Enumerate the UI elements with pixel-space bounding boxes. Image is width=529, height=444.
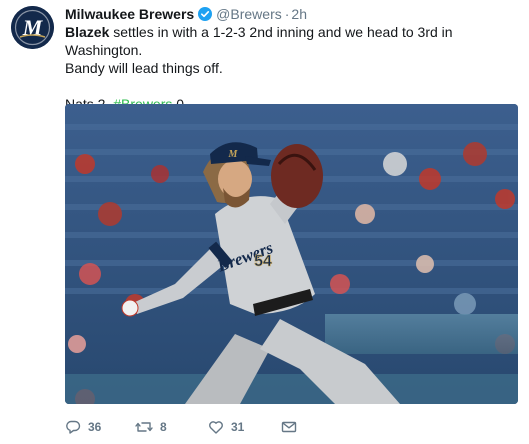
- tweet-text-line-2: Bandy will lead things off.: [65, 60, 223, 76]
- tweet-header: Milwaukee Brewers @Brewers · 2h: [65, 5, 307, 23]
- reply-button[interactable]: 36: [65, 417, 101, 437]
- separator-dot: ·: [284, 6, 290, 22]
- reply-icon: [66, 420, 81, 434]
- line1-rest: settles in with a 1-2-3 2nd inning and w…: [65, 24, 453, 58]
- like-count: 31: [231, 420, 245, 434]
- handle[interactable]: @Brewers: [216, 6, 282, 22]
- jersey-number: 54: [254, 253, 272, 270]
- retweet-icon: [135, 422, 153, 432]
- avatar[interactable]: M: [11, 6, 54, 49]
- like-button[interactable]: 31: [208, 417, 244, 437]
- retweet-count: 8: [160, 420, 167, 434]
- tweet-photo[interactable]: M Brewers 54: [65, 104, 518, 404]
- direct-message-button[interactable]: [281, 417, 297, 437]
- envelope-icon: [281, 421, 297, 433]
- retweet-button[interactable]: 8: [135, 417, 167, 437]
- heart-icon: [209, 421, 223, 434]
- pitcher-photo-image: M Brewers 54: [65, 104, 518, 404]
- display-name[interactable]: Milwaukee Brewers: [65, 6, 194, 22]
- tweet[interactable]: M Milwaukee Brewers @Brewers · 2h Blazek…: [0, 0, 529, 444]
- timestamp[interactable]: 2h: [291, 6, 307, 22]
- verified-badge-icon: [198, 7, 213, 21]
- cap-letter: M: [228, 149, 239, 160]
- reply-count: 36: [88, 420, 102, 434]
- tweet-text-line-1: Blazek settles in with a 1-2-3 2nd innin…: [65, 23, 515, 59]
- brewers-logo-icon: M: [11, 6, 54, 49]
- tweet-text: Blazek settles in with a 1-2-3 2nd innin…: [65, 23, 515, 113]
- bold-name: Blazek: [65, 24, 110, 40]
